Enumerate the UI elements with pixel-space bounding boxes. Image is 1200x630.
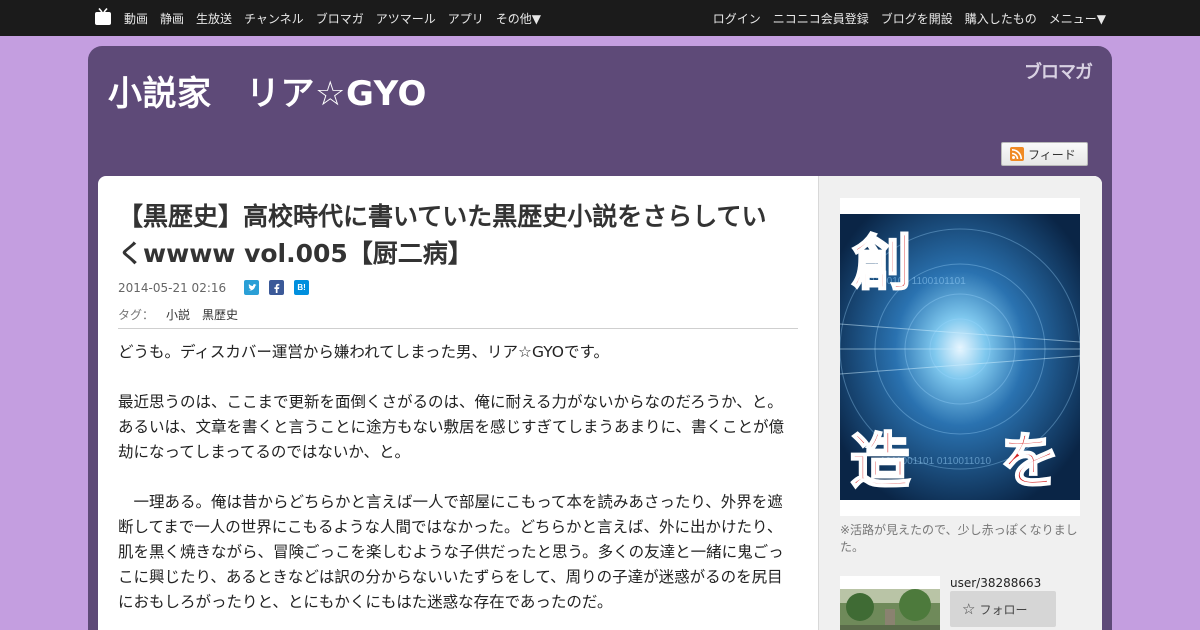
content-card: 【黒歴史】高校時代に書いていた黒歴史小説をさらしていくwwww vol.005【… — [98, 176, 1102, 630]
divider — [118, 328, 798, 329]
global-nav-left: 動画 静画 生放送 チャンネル ブロマガ アツマール アプリ その他▼ — [124, 0, 541, 36]
purchased-link[interactable]: 購入したもの — [965, 10, 1037, 27]
tag-label: タグ： — [118, 308, 155, 322]
star-icon: ☆ — [962, 600, 976, 618]
article: 【黒歴史】高校時代に書いていた黒歴史小説をさらしていくwwww vol.005【… — [98, 176, 818, 630]
register-link[interactable]: ニコニコ会員登録 — [773, 10, 869, 27]
nav-item-video[interactable]: 動画 — [124, 10, 148, 27]
paragraph: 一理ある。俺は昔からどちらかと言えば一人で部屋にこもって本を読みあさったり、外界… — [118, 493, 784, 611]
sidebar-image-graphic: 0101100101 1100101101 1011001101 0110011… — [840, 214, 1080, 500]
menu-dropdown[interactable]: メニュー▼ — [1049, 10, 1106, 27]
twitter-icon[interactable] — [244, 280, 260, 295]
paragraph: どうも。ディスカバー運営から嫌われてしまった男、リア☆GYOです。 — [118, 343, 609, 361]
nav-item-other[interactable]: その他▼ — [496, 10, 541, 27]
nav-item-atsumaru[interactable]: アツマール — [376, 10, 436, 27]
tv-icon[interactable] — [94, 8, 112, 26]
nav-item-app[interactable]: アプリ — [448, 10, 484, 27]
avatar-graphic — [840, 589, 940, 630]
post-date: 2014-05-21 02:16 — [118, 280, 227, 295]
image-glyph: 創 — [852, 229, 912, 299]
article-body: どうも。ディスカバー運営から嫌われてしまった男、リア☆GYOです。 最近思うのは… — [118, 340, 792, 630]
rss-icon — [1010, 147, 1024, 161]
nav-item-seiga[interactable]: 静画 — [160, 10, 184, 27]
tag-list: タグ： 小説 黒歴史 — [118, 306, 238, 323]
follow-label: フォロー — [979, 602, 1028, 617]
article-meta: 2014-05-21 02:16 B! — [118, 280, 319, 295]
tag-item[interactable]: 黒歴史 — [202, 306, 238, 323]
article-title[interactable]: 【黒歴史】高校時代に書いていた黒歴史小説をさらしていくwwww vol.005【… — [118, 198, 788, 272]
header-image[interactable]: 0101100101 1100101101 1011001101 0110011… — [840, 198, 1080, 516]
login-link[interactable]: ログイン — [713, 10, 761, 27]
user-name[interactable]: user/38288663 — [950, 576, 1041, 590]
nav-item-live[interactable]: 生放送 — [196, 10, 232, 27]
paragraph: 最近思うのは、ここまで更新を面倒くさがるのは、俺に耐える力がないからなのだろうか… — [118, 393, 785, 461]
feed-label: フィード — [1028, 147, 1076, 162]
bromaga-logo[interactable]: ブロマガ — [1024, 58, 1093, 84]
image-glyph: 造 — [850, 427, 910, 497]
sidebar: 0101100101 1100101101 1011001101 0110011… — [818, 176, 1102, 630]
feed-button[interactable]: フィード — [1001, 142, 1088, 166]
nav-item-channel[interactable]: チャンネル — [244, 10, 304, 27]
follow-button[interactable]: ☆ フォロー — [950, 591, 1056, 627]
global-nav-right: ログイン ニコニコ会員登録 ブログを開設 購入したもの メニュー▼ — [713, 0, 1106, 36]
image-glyph: を — [1000, 427, 1060, 497]
open-blog-link[interactable]: ブログを開設 — [881, 10, 953, 27]
avatar[interactable] — [840, 576, 940, 630]
nav-item-bromaga[interactable]: ブロマガ — [316, 10, 364, 27]
blog-title[interactable]: 小説家 リア☆GYO — [108, 66, 427, 115]
facebook-icon[interactable] — [269, 280, 285, 295]
top-navigation-bar: 動画 静画 生放送 チャンネル ブロマガ アツマール アプリ その他▼ ログイン… — [0, 0, 1200, 36]
hatena-bookmark-icon[interactable]: B! — [294, 280, 310, 295]
tag-item[interactable]: 小説 — [166, 306, 190, 323]
image-caption: ※活路が見えたので、少し赤っぽくなりました。 — [840, 523, 1078, 554]
